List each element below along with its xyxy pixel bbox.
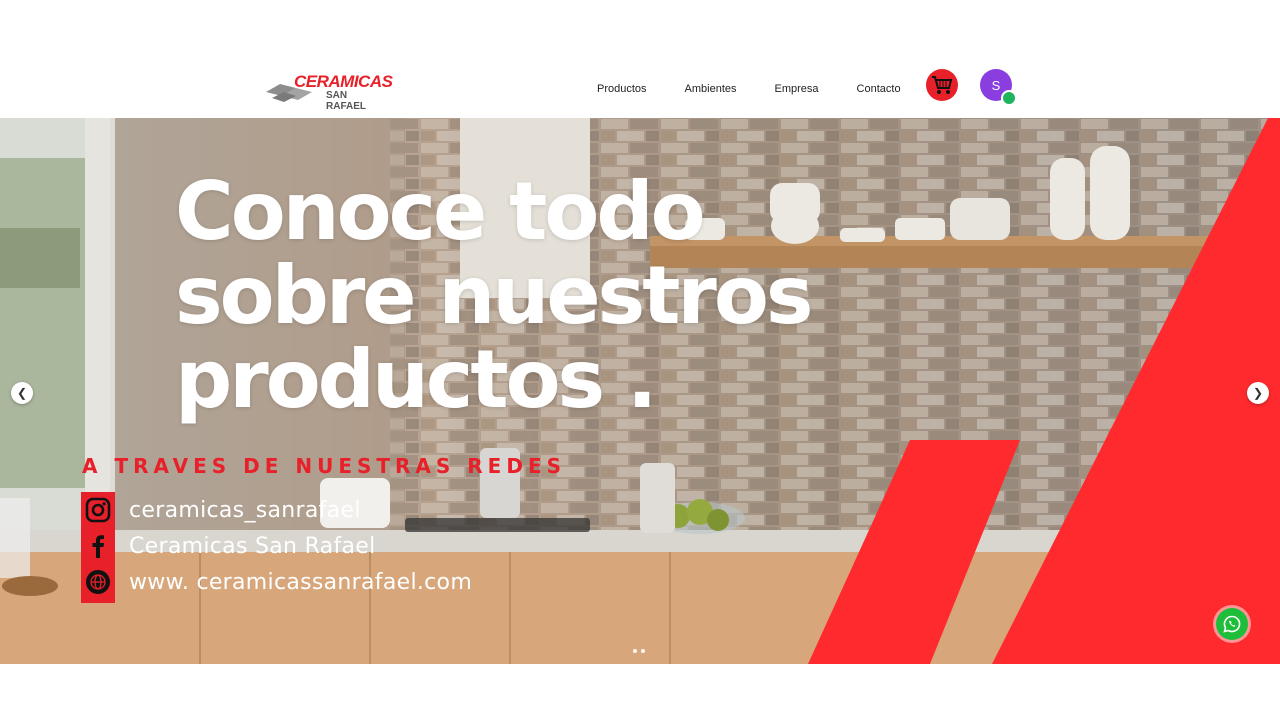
cart-icon	[932, 76, 953, 94]
site-header: CERAMICAS SAN RAFAEL Productos Ambientes…	[0, 60, 1280, 118]
logo-text-primary: CERAMICAS	[294, 72, 393, 91]
logo[interactable]: CERAMICAS SAN RAFAEL	[266, 70, 393, 112]
facebook-icon	[81, 529, 115, 563]
social-instagram-text: ceramicas_sanrafael	[129, 497, 361, 523]
social-website-text: www. ceramicassanrafael.com	[129, 569, 473, 595]
online-status-dot	[1001, 90, 1017, 106]
top-spacer	[0, 0, 1280, 60]
carousel-dot[interactable]	[641, 649, 645, 653]
nav-empresa[interactable]: Empresa	[775, 83, 819, 95]
headline-line: sobre nuestros	[175, 249, 813, 342]
social-facebook-text: Ceramicas San Rafael	[129, 533, 376, 559]
carousel-prev-button[interactable]: ❮	[11, 382, 33, 404]
nav-contacto[interactable]: Contacto	[857, 83, 901, 95]
hero-subheading: A TRAVES DE NUESTRAS REDES	[82, 454, 567, 478]
instagram-icon	[81, 493, 115, 527]
whatsapp-button[interactable]	[1216, 608, 1248, 640]
nav-productos[interactable]: Productos	[597, 83, 647, 95]
globe-icon	[81, 565, 115, 599]
social-instagram[interactable]: ceramicas_sanrafael	[81, 493, 361, 527]
carousel-next-button[interactable]: ❯	[1247, 382, 1269, 404]
logo-text-secondary: SAN RAFAEL	[326, 90, 366, 112]
whatsapp-icon	[1223, 615, 1241, 633]
chevron-left-icon: ❮	[16, 386, 28, 400]
hero-headline: Conoce todo sobre nuestros productos .	[175, 165, 813, 426]
carousel-dot[interactable]	[633, 649, 637, 653]
cart-button[interactable]	[926, 69, 958, 101]
chevron-right-icon: ❯	[1252, 386, 1264, 400]
headline-line: productos .	[175, 333, 657, 426]
main-nav: Productos Ambientes Empresa Contacto	[578, 60, 920, 118]
headline-line: Conoce todo	[175, 165, 706, 258]
carousel-indicators	[633, 649, 645, 653]
social-facebook[interactable]: Ceramicas San Rafael	[81, 529, 376, 563]
social-website[interactable]: www. ceramicassanrafael.com	[81, 565, 472, 599]
nav-ambientes[interactable]: Ambientes	[685, 83, 737, 95]
hero-banner: Conoce todo sobre nuestros productos . A…	[0, 118, 1280, 664]
